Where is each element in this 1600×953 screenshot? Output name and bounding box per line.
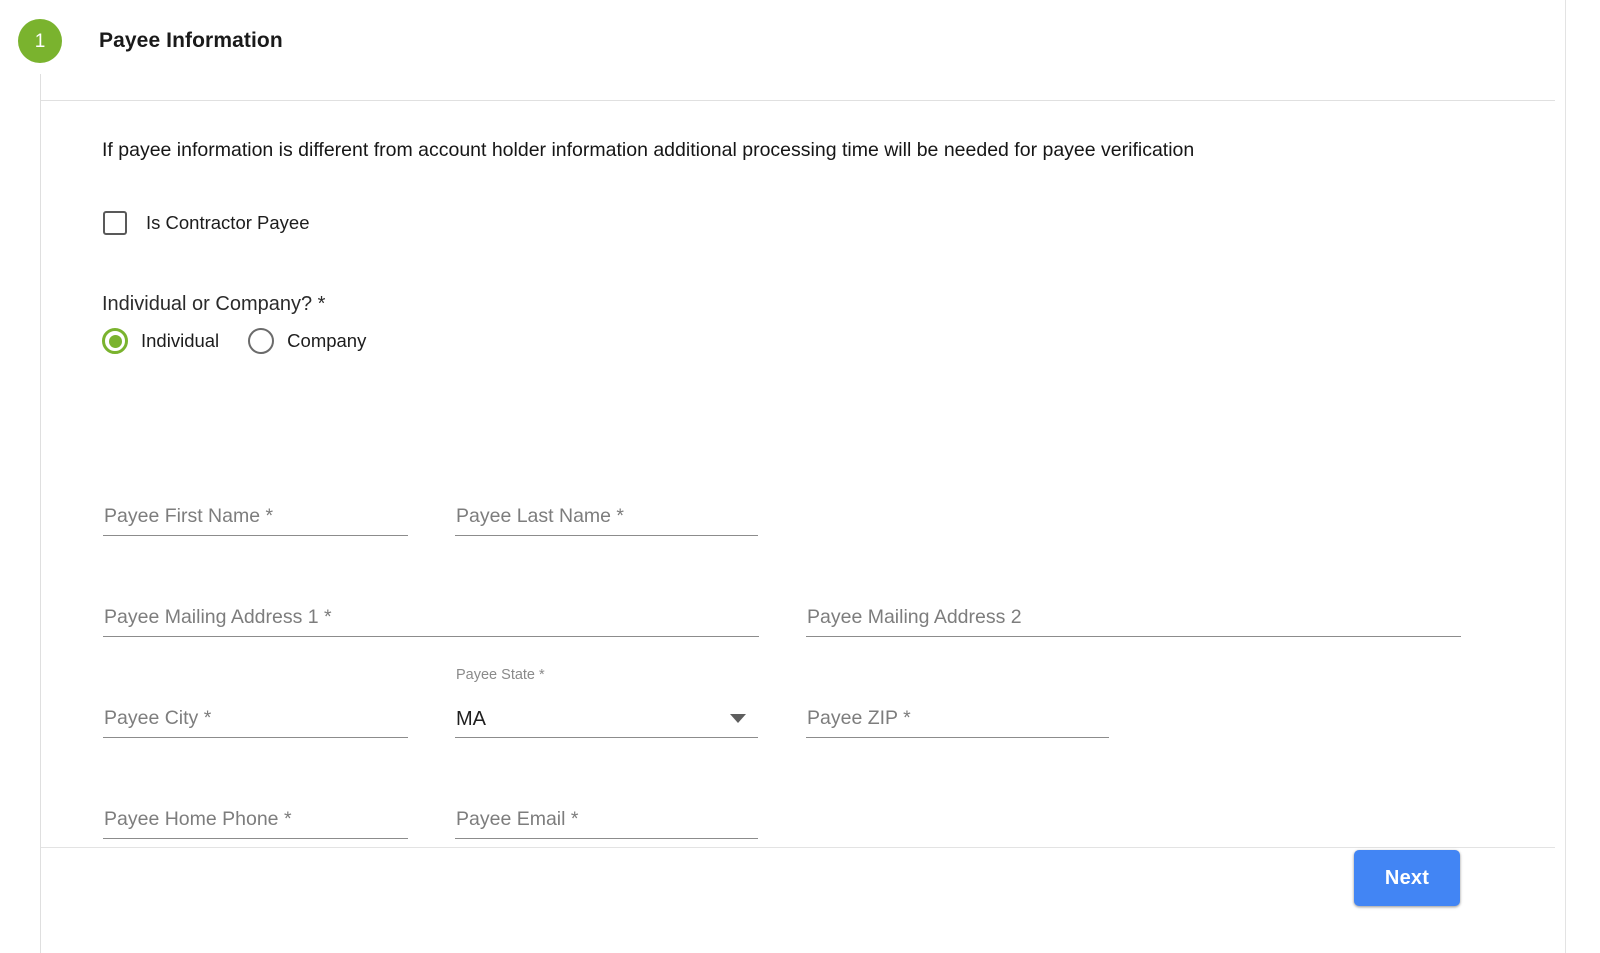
individual-or-company-label: Individual or Company? *: [102, 293, 326, 315]
payee-city-field[interactable]: Payee City *: [103, 698, 408, 738]
intro-text: If payee information is different from a…: [102, 139, 1195, 161]
payee-first-name-placeholder: Payee First Name *: [104, 505, 274, 527]
payee-mailing-address-2-placeholder: Payee Mailing Address 2: [807, 606, 1022, 628]
payee-email-placeholder: Payee Email *: [456, 808, 579, 830]
payee-mailing-address-2-field[interactable]: Payee Mailing Address 2: [806, 597, 1461, 637]
payee-last-name-field[interactable]: Payee Last Name *: [455, 496, 758, 536]
payee-information-screen: 1 Payee Information If payee information…: [0, 0, 1600, 953]
is-contractor-payee-label: Is Contractor Payee: [146, 212, 310, 233]
payee-email-field[interactable]: Payee Email *: [455, 799, 758, 839]
radio-individual-label: Individual: [141, 330, 220, 351]
is-contractor-payee-checkbox[interactable]: [103, 211, 127, 235]
radio-individual-circle[interactable]: [102, 328, 128, 354]
payee-first-name-field[interactable]: Payee First Name *: [103, 496, 408, 536]
individual-or-company-group: Individual or Company? * Individual Comp…: [102, 293, 395, 354]
payee-state-label: Payee State *: [456, 667, 545, 683]
payee-home-phone-placeholder: Payee Home Phone *: [104, 808, 292, 830]
payee-mailing-address-1-field[interactable]: Payee Mailing Address 1 *: [103, 597, 759, 637]
payee-zip-placeholder: Payee ZIP *: [807, 707, 911, 729]
payee-state-select[interactable]: Payee State * MA: [455, 667, 758, 738]
payee-state-value: MA: [456, 708, 486, 730]
payee-home-phone-field[interactable]: Payee Home Phone *: [103, 799, 408, 839]
step-number-badge: 1: [18, 19, 62, 63]
radio-company-circle[interactable]: [248, 328, 275, 354]
payee-mailing-address-1-placeholder: Payee Mailing Address 1 *: [104, 606, 332, 628]
page-right-border: [1565, 0, 1566, 953]
payee-form-card: If payee information is different from a…: [41, 100, 1555, 847]
radio-individual-dot: [108, 334, 122, 348]
form-footer: Next: [41, 847, 1555, 953]
payee-city-placeholder: Payee City *: [104, 707, 212, 729]
radio-option-company[interactable]: Company: [248, 328, 366, 354]
next-button[interactable]: Next: [1354, 850, 1460, 906]
payee-zip-field[interactable]: Payee ZIP *: [806, 698, 1109, 738]
chevron-down-icon[interactable]: [730, 714, 746, 723]
radio-company-label: Company: [287, 330, 367, 351]
individual-or-company-options: Individual Company: [102, 328, 395, 354]
step-header: 1 Payee Information: [0, 0, 283, 82]
radio-option-individual[interactable]: Individual: [102, 328, 219, 354]
page-title: Payee Information: [99, 29, 283, 52]
payee-last-name-placeholder: Payee Last Name *: [456, 505, 625, 527]
is-contractor-payee-checkbox-row[interactable]: Is Contractor Payee: [103, 211, 310, 235]
